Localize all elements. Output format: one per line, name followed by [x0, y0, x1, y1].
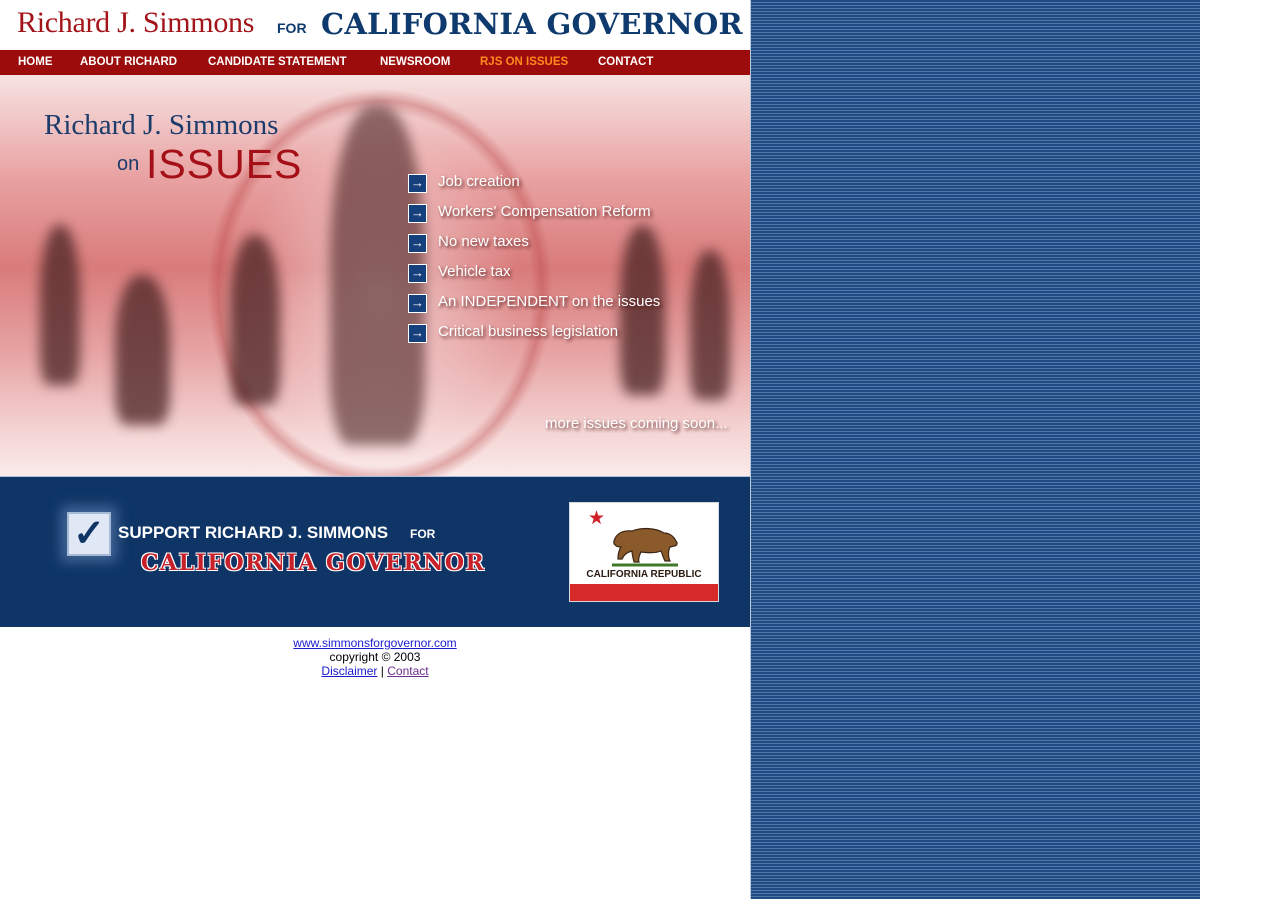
page: Richard J. Simmons FOR CALIFORNIA GOVERN…: [0, 0, 750, 899]
nav-newsroom[interactable]: NEWSROOM: [380, 50, 450, 75]
arrow-right-icon: →: [408, 174, 427, 193]
hero-title-name: Richard J. Simmons: [44, 109, 279, 141]
support-line1: SUPPORT RICHARD J. SIMMONS: [118, 523, 389, 542]
checkbox-check-icon: ✓: [67, 512, 111, 556]
issue-label: An INDEPENDENT on the issues: [438, 293, 661, 310]
hero-title-on: on: [117, 153, 140, 175]
crowd-figure: [115, 275, 170, 425]
footer-separator: |: [380, 664, 384, 678]
copyright-text: copyright © 2003: [329, 650, 421, 664]
more-issues-text: more issues coming soon...: [545, 415, 728, 432]
arrow-right-icon: →: [408, 264, 427, 283]
support-banner[interactable]: ✓ SUPPORT RICHARD J. SIMMONS FOR CALIFOR…: [0, 476, 750, 627]
crowd-figure: [690, 250, 730, 400]
issues-hero-image: Richard J. Simmons on ISSUES → Job creat…: [0, 75, 750, 476]
issue-label: No new taxes: [438, 233, 529, 250]
crowd-figure: [620, 225, 665, 395]
nav-about-richard[interactable]: ABOUT RICHARD: [80, 50, 177, 75]
header-for-text: FOR: [277, 20, 307, 36]
issue-label: Critical business legislation: [438, 323, 619, 340]
arrow-right-icon: →: [408, 324, 427, 343]
disclaimer-link[interactable]: Disclaimer: [321, 664, 377, 678]
nav-home[interactable]: HOME: [18, 50, 53, 75]
contact-link[interactable]: Contact: [387, 664, 428, 678]
nav-candidate-statement[interactable]: CANDIDATE STATEMENT: [208, 50, 347, 75]
flag-caption: CALIFORNIA REPUBLIC: [586, 569, 702, 580]
main-nav: HOME ABOUT RICHARD CANDIDATE STATEMENT N…: [0, 50, 750, 75]
california-flag: ★ CALIFORNIA REPUBLIC: [569, 502, 719, 602]
site-url-link[interactable]: www.simmonsforgovernor.com: [293, 636, 456, 650]
footer: www.simmonsforgovernor.com copyright © 2…: [0, 636, 750, 678]
grizzly-bear-icon: [612, 527, 678, 567]
nav-contact[interactable]: CONTACT: [598, 50, 653, 75]
support-line2: CALIFORNIA GOVERNOR: [141, 550, 486, 576]
issue-label: Vehicle tax: [438, 263, 511, 280]
site-header: Richard J. Simmons FOR CALIFORNIA GOVERN…: [0, 0, 750, 50]
arrow-right-icon: →: [408, 204, 427, 223]
office-title: CALIFORNIA GOVERNOR: [321, 7, 743, 41]
crowd-figure: [40, 225, 80, 385]
arrow-right-icon: →: [408, 234, 427, 253]
nav-rjs-on-issues[interactable]: RJS ON ISSUES: [480, 50, 568, 75]
hero-title-issues: ISSUES: [146, 141, 303, 187]
issue-label: Job creation: [438, 173, 520, 190]
candidate-name-logo: Richard J. Simmons: [17, 6, 255, 39]
flag-red-bar: [570, 584, 718, 601]
divider: [0, 476, 750, 477]
issue-label: Workers' Compensation Reform: [438, 203, 651, 220]
support-for-text: FOR: [410, 527, 436, 541]
striped-background-panel: [751, 0, 1200, 899]
star-icon: ★: [588, 508, 606, 529]
arrow-right-icon: →: [408, 294, 427, 313]
crowd-figure: [230, 235, 280, 405]
